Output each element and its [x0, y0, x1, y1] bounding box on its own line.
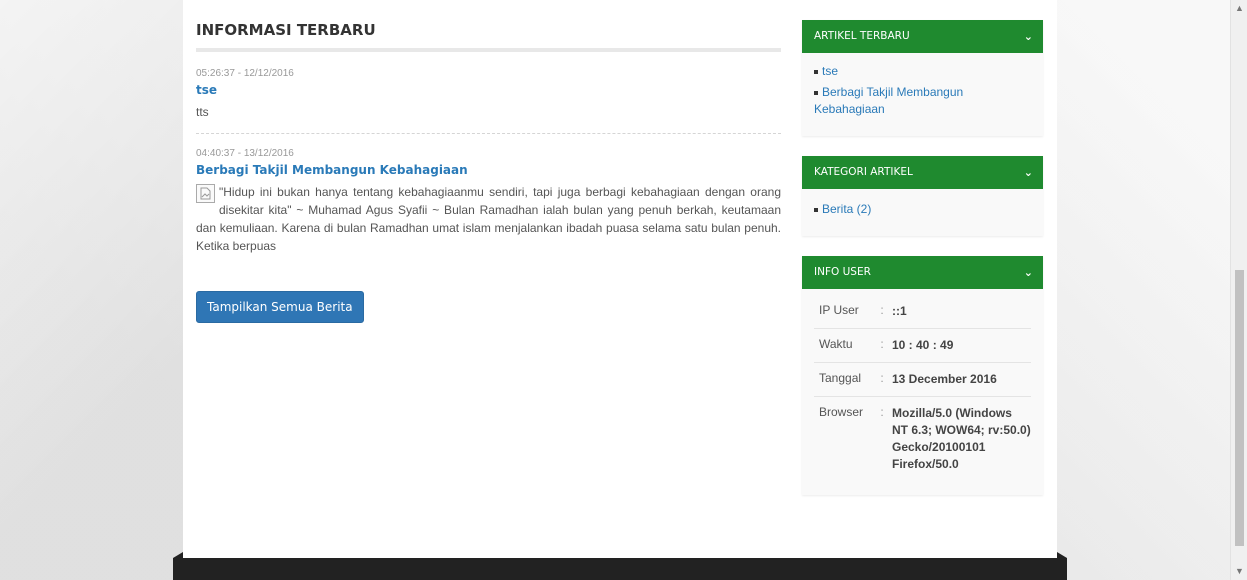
news-date: 04:40:37 - 13/12/2016 — [196, 148, 294, 159]
chevron-down-icon[interactable]: ⌄ — [1024, 256, 1033, 289]
info-value: Mozilla/5.0 (Windows NT 6.3; WOW64; rv:5… — [892, 406, 1031, 471]
bullet-icon — [814, 69, 818, 74]
info-key: Waktu — [819, 337, 853, 351]
table-row: Browser : Mozilla/5.0 (Windows NT 6.3; W… — [814, 397, 1031, 482]
content-container: INFORMASI TERBARU 05:26:37 - 12/12/2016 … — [183, 0, 1057, 560]
info-value: ::1 — [892, 304, 907, 318]
article-link[interactable]: tse — [822, 64, 838, 78]
user-info-table: IP User : ::1 Waktu : 10 : 40 : 49 Tangg… — [814, 295, 1031, 481]
table-row: IP User : ::1 — [814, 295, 1031, 329]
news-date: 05:26:37 - 12/12/2016 — [196, 68, 294, 79]
main-column: INFORMASI TERBARU 05:26:37 - 12/12/2016 … — [196, 0, 781, 323]
list-item: Berita (2) — [814, 201, 1031, 218]
info-separator: : — [880, 303, 884, 317]
news-title-link[interactable]: tse — [196, 83, 781, 97]
bullet-icon — [814, 90, 818, 95]
info-value: 13 December 2016 — [892, 372, 997, 386]
info-separator: : — [880, 371, 884, 385]
widget-header[interactable]: ARTIKEL TERBARU ⌄ — [802, 20, 1043, 53]
news-item: 05:26:37 - 12/12/2016 tse tts — [196, 68, 781, 134]
list-item: Berbagi Takjil Membangun Kebahagiaan — [814, 84, 1031, 118]
widget-latest-articles: ARTIKEL TERBARU ⌄ tse Berbagi Takjil Mem… — [802, 20, 1043, 136]
show-all-news-button[interactable]: Tampilkan Semua Berita — [196, 291, 364, 323]
chevron-down-icon[interactable]: ⌄ — [1024, 156, 1033, 189]
widget-title: ARTIKEL TERBARU — [814, 30, 910, 42]
info-value: 10 : 40 : 49 — [892, 338, 954, 352]
table-row: Waktu : 10 : 40 : 49 — [814, 329, 1031, 363]
table-row: Tanggal : 13 December 2016 — [814, 363, 1031, 397]
info-key: IP User — [819, 303, 859, 317]
info-key: Tanggal — [819, 371, 862, 385]
sidebar: ARTIKEL TERBARU ⌄ tse Berbagi Takjil Mem… — [802, 20, 1043, 515]
news-item: 04:40:37 - 13/12/2016 Berbagi Takjil Mem… — [196, 148, 781, 267]
info-separator: : — [880, 405, 884, 419]
section-title: INFORMASI TERBARU — [196, 0, 781, 52]
widget-body: tse Berbagi Takjil Membangun Kebahagiaan — [802, 53, 1043, 136]
chevron-down-icon[interactable]: ⌄ — [1024, 20, 1033, 53]
info-separator: : — [880, 337, 884, 351]
list-item: tse — [814, 63, 1031, 80]
news-excerpt: tts — [196, 105, 209, 119]
scroll-down-arrow-icon[interactable]: ▼ — [1231, 563, 1247, 580]
info-key: Browser — [819, 405, 864, 419]
article-link[interactable]: Berbagi Takjil Membangun Kebahagiaan — [814, 85, 963, 116]
widget-title: INFO USER — [814, 266, 871, 278]
widget-title: KATEGORI ARTIKEL — [814, 166, 913, 178]
vertical-scrollbar[interactable]: ▲ ▼ — [1230, 0, 1247, 580]
broken-image-icon[interactable] — [196, 184, 215, 203]
widget-header[interactable]: INFO USER ⌄ — [802, 256, 1043, 289]
scrollbar-thumb[interactable] — [1235, 270, 1244, 546]
bullet-icon — [814, 207, 818, 212]
widget-user-info: INFO USER ⌄ IP User : ::1 Waktu : 10 : 4… — [802, 256, 1043, 495]
scroll-up-arrow-icon[interactable]: ▲ — [1231, 0, 1247, 17]
news-title-link[interactable]: Berbagi Takjil Membangun Kebahagiaan — [196, 163, 781, 177]
widget-header[interactable]: KATEGORI ARTIKEL ⌄ — [802, 156, 1043, 189]
widget-body: IP User : ::1 Waktu : 10 : 40 : 49 Tangg… — [802, 289, 1043, 495]
news-excerpt: "Hidup ini bukan hanya tentang kebahagia… — [196, 185, 781, 253]
widget-body: Berita (2) — [802, 189, 1043, 236]
news-excerpt-container: "Hidup ini bukan hanya tentang kebahagia… — [196, 183, 781, 255]
footer-bar — [173, 552, 1067, 580]
category-link[interactable]: Berita (2) — [822, 202, 871, 216]
widget-categories: KATEGORI ARTIKEL ⌄ Berita (2) — [802, 156, 1043, 236]
